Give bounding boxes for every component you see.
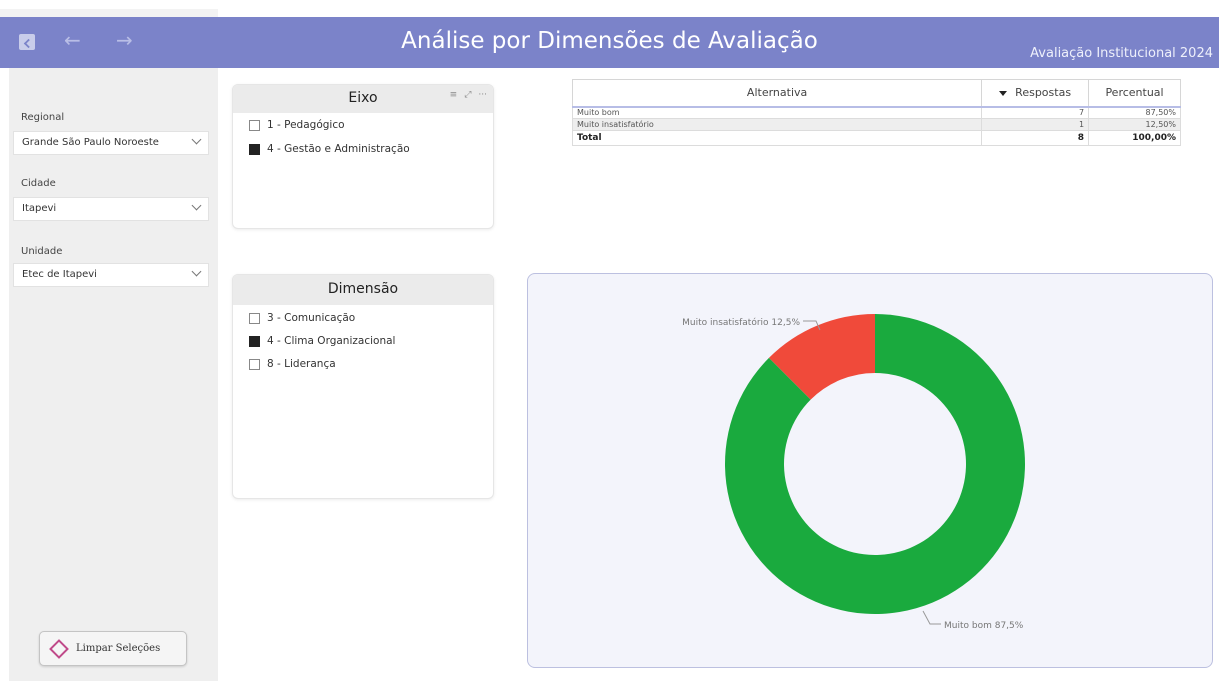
chevron-down-icon <box>191 266 202 277</box>
checkbox[interactable] <box>249 143 260 155</box>
unidade-label: Unidade <box>21 246 63 257</box>
cell-respostas: 1 <box>981 118 1090 131</box>
cell-percentual: 12,50% <box>1088 118 1181 131</box>
unidade-value: Etec de Itapevi <box>22 269 97 280</box>
regional-value: Grande São Paulo Noroeste <box>22 137 159 148</box>
clear-selections-label: Limpar Seleções <box>76 643 161 654</box>
cell-alternativa: Muito insatisfatório <box>571 118 983 131</box>
clear-selections-button[interactable]: Limpar Seleções <box>39 631 187 666</box>
cell-total-respostas: 8 <box>981 130 1090 146</box>
regional-label: Regional <box>21 112 65 123</box>
header-bar: ← → Análise por Dimensões de Avaliação A… <box>0 17 1219 68</box>
chevron-down-icon <box>191 200 202 211</box>
cell-alternativa: Muito bom <box>571 106 983 119</box>
top-strip <box>0 9 218 17</box>
cidade-value: Itapevi <box>22 203 57 214</box>
cell-respostas: 7 <box>981 106 1090 119</box>
eixo-slicer-title: Eixo <box>348 90 378 106</box>
dimensao-item-clima[interactable]: 4 - Clima Organizacional <box>249 335 395 347</box>
col-header-respostas-label: Respostas <box>1015 86 1072 100</box>
focus-mode-icon[interactable]: ⤢ <box>464 90 471 100</box>
dimensao-item-lideranca[interactable]: 8 - Liderança <box>249 358 336 370</box>
more-options-icon[interactable]: ··· <box>478 90 487 100</box>
dimensao-slicer-header: Dimensão <box>233 275 493 305</box>
dimensao-item-label: 4 - Clima Organizacional <box>267 335 396 347</box>
eraser-icon <box>49 639 69 659</box>
checkbox[interactable] <box>249 358 260 370</box>
dimensao-item-label: 3 - Comunicação <box>267 312 356 324</box>
dimensao-item-label: 8 - Liderança <box>267 358 336 370</box>
checkbox[interactable] <box>249 119 260 131</box>
col-header-respostas[interactable]: Respostas <box>981 79 1090 108</box>
regional-dropdown[interactable]: Grande São Paulo Noroeste <box>13 131 209 155</box>
dimensao-slicer: Dimensão 3 - Comunicação 4 - Clima Organ… <box>232 274 494 499</box>
results-table: Alternativa Respostas Percentual Muito b… <box>571 79 1181 146</box>
filter-icon[interactable]: ≡ <box>450 90 458 100</box>
page-subtitle: Avaliação Institucional 2024 <box>1030 46 1213 61</box>
cell-total-label: Total <box>571 130 983 146</box>
checkbox[interactable] <box>249 335 260 347</box>
donut-chart: Muito insatisfatório 12,5% Muito bom 87,5… <box>682 314 1025 631</box>
table-header-row: Alternativa Respostas Percentual <box>571 79 1181 108</box>
table-row: Muito bom 7 87,50% <box>571 106 1181 119</box>
eixo-item-gestao[interactable]: 4 - Gestão e Administração <box>249 143 410 155</box>
eixo-item-label: 4 - Gestão e Administração <box>267 143 410 155</box>
table-total-row: Total 8 100,00% <box>571 130 1181 146</box>
label-muito-insatisfatorio: Muito insatisfatório 12,5% <box>682 317 800 328</box>
leader-line <box>922 610 941 625</box>
cidade-label: Cidade <box>21 178 56 189</box>
dimensao-item-comunicacao[interactable]: 3 - Comunicação <box>249 312 355 324</box>
cell-percentual: 87,50% <box>1088 106 1181 119</box>
dimensao-slicer-title: Dimensão <box>327 281 399 297</box>
col-header-percentual[interactable]: Percentual <box>1088 79 1181 108</box>
sort-desc-icon <box>999 90 1008 96</box>
chevron-down-icon <box>191 134 202 145</box>
donut-chart-panel: Muito insatisfatório 12,5% Muito bom 87,5… <box>527 273 1213 668</box>
cidade-dropdown[interactable]: Itapevi <box>13 197 209 221</box>
table-row: Muito insatisfatório 1 12,50% <box>571 118 1181 131</box>
filter-sidebar <box>9 68 218 681</box>
eixo-slicer: Eixo ≡ ⤢ ··· 1 - Pedagógico 4 - Gestão e… <box>232 84 494 229</box>
cell-total-percentual: 100,00% <box>1088 130 1181 146</box>
unidade-dropdown[interactable]: Etec de Itapevi <box>13 263 209 287</box>
eixo-item-label: 1 - Pedagógico <box>267 119 345 131</box>
label-muito-bom: Muito bom 87,5% <box>944 621 1024 631</box>
checkbox[interactable] <box>249 312 260 324</box>
col-header-alternativa[interactable]: Alternativa <box>571 79 983 108</box>
eixo-item-pedagogico[interactable]: 1 - Pedagógico <box>249 119 345 131</box>
donut-slice-muito-bom[interactable] <box>725 314 1025 614</box>
eixo-slicer-header: Eixo ≡ ⤢ ··· <box>233 85 493 113</box>
